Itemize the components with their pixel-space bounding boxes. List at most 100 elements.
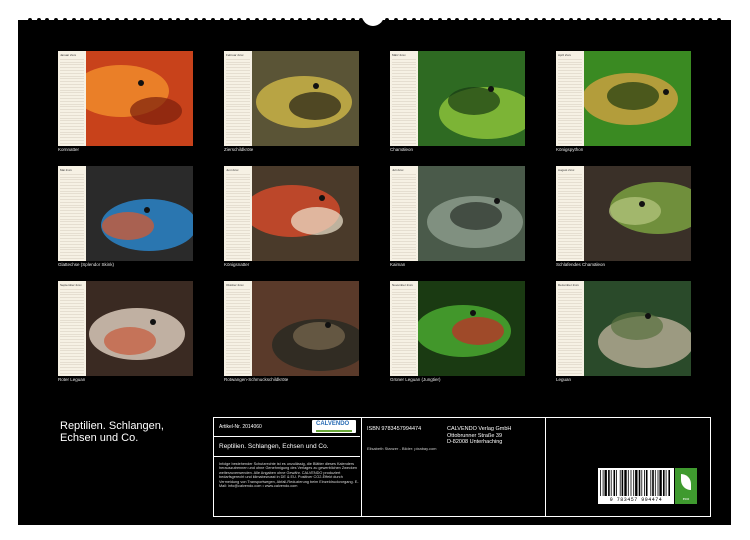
article-number: Artikel-Nr. 2014060 <box>219 424 262 430</box>
month-cell: September 2xxx Roter Leguan <box>58 281 193 391</box>
photo-caption: Roter Leguan <box>58 377 86 382</box>
calvendo-logo: CALVENDO <box>312 420 356 433</box>
barcode-bar <box>654 470 656 496</box>
barcode-bar <box>645 470 648 496</box>
reptile-photo <box>418 166 525 261</box>
legal-text: Infolge bestehender Schutzrechte ist es … <box>219 462 359 489</box>
photo-caption: Rotwangen-Schmuckschildkröte <box>224 377 289 382</box>
planner-lines <box>226 174 250 259</box>
photo-caption: Schlafendes Chamäleon <box>556 262 606 267</box>
barcode-bar <box>635 470 638 496</box>
month-planner: Februar 2xxx <box>224 51 252 146</box>
planner-lines <box>226 289 250 374</box>
publisher-name: CALVENDO Verlag GmbH <box>447 426 512 432</box>
info-box: Artikel-Nr. 2014060 CALVENDO Reptilien. … <box>213 417 711 517</box>
planner-lines <box>392 59 416 144</box>
month-label: Juni 2xxx <box>226 168 239 172</box>
month-planner: September 2xxx <box>58 281 86 376</box>
barcode-bar <box>650 470 652 496</box>
month-planner: März 2xxx <box>390 51 418 146</box>
reptile-photo <box>252 51 359 146</box>
calendar-sheet: Januar 2xxx Kornnatter Februar 2xxx Ziersch… <box>18 20 731 525</box>
eco-badge: eco <box>675 468 697 504</box>
photo-caption: Grüner Leguan (Jungtier) <box>390 377 441 382</box>
month-planner: Dezember 2xxx <box>556 281 584 376</box>
month-cell: Januar 2xxx Kornnatter <box>58 51 193 161</box>
month-label: Februar 2xxx <box>226 53 244 57</box>
barcode-bar <box>668 470 670 496</box>
barcode-bar <box>608 470 610 496</box>
calendar-title: Reptilien. Schlangen, Echsen und Co. <box>60 420 164 444</box>
barcode: 9 783457 994474 <box>598 468 674 504</box>
month-label: Januar 2xxx <box>60 53 77 57</box>
barcode-bar <box>663 470 665 496</box>
month-cell: August 2xxx Schlafendes Chamäleon <box>556 166 691 276</box>
barcode-bar <box>613 470 616 496</box>
barcode-bar <box>657 470 659 496</box>
divider <box>214 436 360 437</box>
publisher-address: CALVENDO Verlag GmbH Ottobrunner Straße … <box>447 426 511 446</box>
photo-caption: Zierschildkröte <box>224 147 254 152</box>
month-label: Juli 2xxx <box>392 168 404 172</box>
divider <box>361 418 362 516</box>
month-planner: August 2xxx <box>556 166 584 261</box>
small-title: Reptilien. Schlangen, Echsen und Co. <box>219 443 329 450</box>
barcode-bar <box>621 470 624 496</box>
month-label: November 2xxx <box>392 283 413 287</box>
month-cell: Oktober 2xxx Rotwangen-Schmuckschildkröte <box>224 281 359 391</box>
divider <box>214 456 360 457</box>
barcode-bar <box>659 470 662 496</box>
publisher-city: D-82008 Unterhaching <box>447 439 503 445</box>
planner-lines <box>392 289 416 374</box>
month-cell: Dezember 2xxx Leguan <box>556 281 691 391</box>
barcode-bar <box>633 470 635 496</box>
month-label: Mai 2xxx <box>60 168 72 172</box>
photo-caption: Glattechse (Splendor Skink) <box>58 262 115 267</box>
barcode-bar <box>641 470 643 496</box>
photo-caption: Leguan <box>556 377 572 382</box>
photo-credit: Elisabeth Stanzer - Bilder: pixabay.com <box>367 446 437 451</box>
month-cell: April 2xxx Königspython <box>556 51 691 161</box>
planner-lines <box>558 289 582 374</box>
leaf-icon <box>681 474 691 490</box>
reptile-photo <box>584 51 691 146</box>
eco-label: eco <box>682 496 690 501</box>
month-cell: Mai 2xxx Glattechse (Splendor Skink) <box>58 166 193 276</box>
month-planner: Mai 2xxx <box>58 166 86 261</box>
month-cell: November 2xxx Grüner Leguan (Jungtier) <box>390 281 525 391</box>
month-cell: März 2xxx Chamäleon <box>390 51 525 161</box>
barcode-bar <box>600 470 601 496</box>
reptile-photo <box>418 51 525 146</box>
reptile-photo <box>418 281 525 376</box>
barcode-bar <box>665 470 667 496</box>
reptile-photo <box>252 281 359 376</box>
planner-lines <box>558 174 582 259</box>
barcode-bar <box>627 470 629 496</box>
month-label: April 2xxx <box>558 53 572 57</box>
month-label: August 2xxx <box>558 168 575 172</box>
photo-caption: Königsnatter <box>224 262 250 267</box>
photo-caption: Königspython <box>556 147 584 152</box>
month-planner: Juli 2xxx <box>390 166 418 261</box>
reptile-photo <box>86 281 193 376</box>
month-cell: Juli 2xxx Kaiman <box>390 166 525 276</box>
barcode-bar <box>638 470 641 496</box>
barcode-bar <box>619 470 621 496</box>
reptile-photo <box>86 51 193 146</box>
reptile-photo <box>584 281 691 376</box>
reptile-photo <box>252 166 359 261</box>
barcode-bars <box>600 470 670 496</box>
planner-lines <box>60 174 84 259</box>
barcode-bar <box>624 470 627 496</box>
planner-lines <box>558 59 582 144</box>
month-label: März 2xxx <box>392 53 406 57</box>
month-planner: Oktober 2xxx <box>224 281 252 376</box>
planner-lines <box>392 174 416 259</box>
month-label: Oktober 2xxx <box>226 283 244 287</box>
reptile-photo <box>584 166 691 261</box>
planner-lines <box>226 59 250 144</box>
barcode-bar <box>652 470 654 496</box>
month-planner: April 2xxx <box>556 51 584 146</box>
planner-lines <box>60 59 84 144</box>
barcode-bar <box>610 470 612 496</box>
